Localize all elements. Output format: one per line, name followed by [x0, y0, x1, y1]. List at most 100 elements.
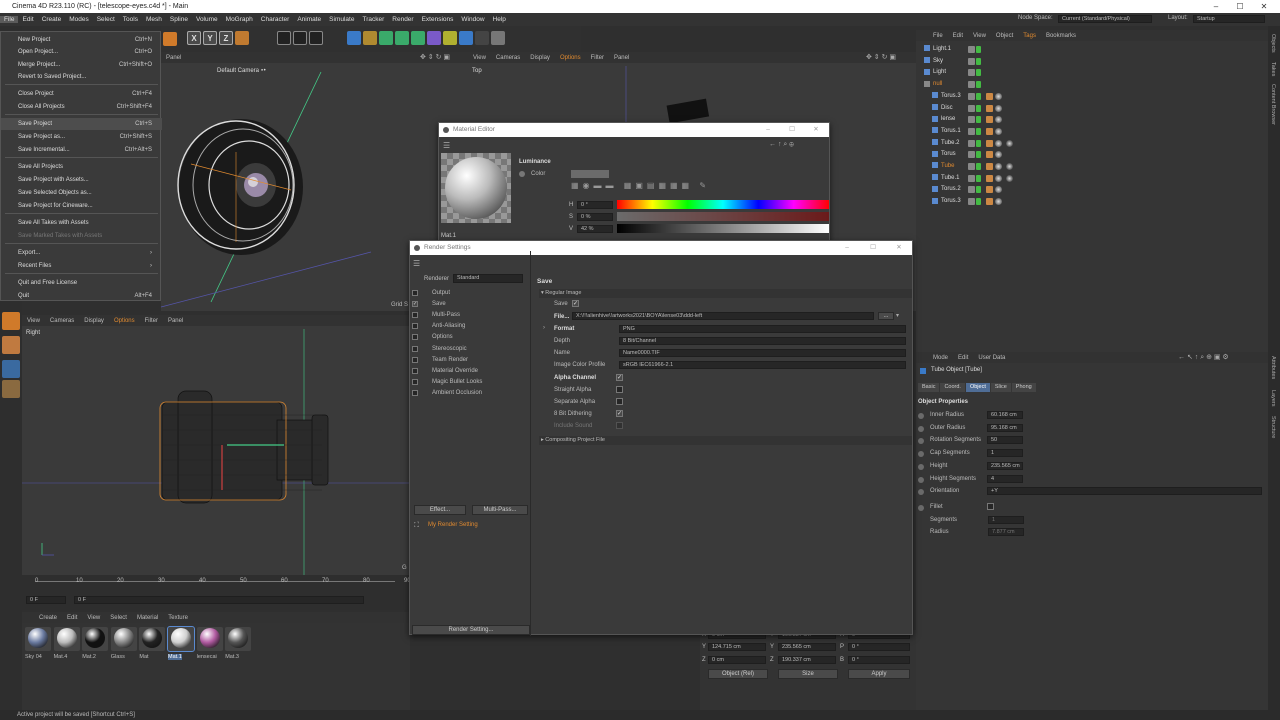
- menu-tools[interactable]: Tools: [119, 16, 142, 23]
- object-row[interactable]: null: [918, 79, 1048, 90]
- name-select[interactable]: Name0000.TIF: [619, 349, 906, 357]
- render-option-magic-bullet-looks[interactable]: Magic Bullet Looks: [432, 379, 482, 385]
- renderer-select[interactable]: Standard: [453, 274, 523, 283]
- mograph-icon[interactable]: [411, 31, 425, 45]
- coordinate-system-icon[interactable]: [235, 31, 249, 45]
- material-tag-icon[interactable]: [1006, 139, 1013, 147]
- file-menu-save-all-projects[interactable]: Save All Projects: [1, 161, 162, 173]
- render-setting-name[interactable]: My Render Setting: [428, 522, 478, 528]
- separate-alpha-checkbox[interactable]: [616, 398, 623, 405]
- edges-mode-icon[interactable]: [2, 360, 20, 378]
- color-picker-mode-icons[interactable]: ▦◉▬▬ ▦▣▤▦▦▦ ✎: [571, 181, 710, 190]
- viewport-top-nav-icons[interactable]: ✥ ⇕ ↻ ▣: [866, 53, 896, 61]
- material-thumbnail[interactable]: Sky 04: [25, 627, 51, 660]
- object-row[interactable]: Torus: [918, 149, 1048, 160]
- property-value-field[interactable]: +Y: [987, 487, 1262, 496]
- y-axis-lock-icon[interactable]: Y: [203, 31, 217, 45]
- render-option-save[interactable]: Save: [432, 301, 446, 307]
- render-option-anti-aliasing[interactable]: Anti-Aliasing: [432, 323, 465, 329]
- attributes-menu-edit[interactable]: Edit: [953, 355, 973, 361]
- deformer-icon[interactable]: [427, 31, 441, 45]
- material-tag-icon[interactable]: [995, 174, 1002, 182]
- menu-render[interactable]: Render: [388, 16, 417, 23]
- material-editor-nav-icons[interactable]: ← ↑ ⌕ ⊕: [769, 141, 794, 149]
- object-row[interactable]: Tube.2: [918, 138, 1048, 149]
- z-axis-lock-icon[interactable]: Z: [219, 31, 233, 45]
- material-editor-close[interactable]: ✕: [805, 123, 827, 137]
- property-bullet[interactable]: [918, 425, 924, 432]
- h-field[interactable]: 0 °: [577, 201, 613, 209]
- points-mode-icon[interactable]: [2, 336, 20, 354]
- phong-tag-icon[interactable]: [986, 163, 993, 170]
- format-expand-icon[interactable]: ›: [543, 325, 545, 331]
- phong-tag-icon[interactable]: [986, 116, 993, 124]
- camera-icon[interactable]: [475, 31, 489, 45]
- material-thumbnail[interactable]: Glass: [110, 627, 137, 660]
- visibility-icon[interactable]: [968, 151, 975, 159]
- coord-p[interactable]: 0 °: [848, 643, 910, 651]
- viewport-right[interactable]: View Cameras Display Options Filter Panel Rig…: [22, 315, 410, 575]
- phong-tag-icon[interactable]: [986, 174, 993, 182]
- alpha-channel-checkbox[interactable]: ✓: [616, 374, 623, 381]
- file-menu-save-project-with-assets[interactable]: Save Project with Assets...: [1, 174, 162, 186]
- visibility-icon[interactable]: [968, 198, 975, 206]
- file-menu-save-selected-objects-as[interactable]: Save Selected Objects as...: [1, 187, 162, 199]
- material-editor-menu-icon[interactable]: ☰: [443, 141, 450, 150]
- file-browse-button[interactable]: ...: [878, 312, 894, 320]
- timeline-current-frame[interactable]: 0 F: [74, 596, 364, 604]
- coord-y-size[interactable]: 235.565 cm: [778, 643, 836, 651]
- material-tag-icon[interactable]: [1006, 163, 1013, 170]
- file-menu-save-incremental[interactable]: Save Incremental... Ctrl+Alt+S: [1, 144, 162, 156]
- enable-check-icon[interactable]: [976, 92, 981, 100]
- file-dropdown-icon[interactable]: ▾: [896, 312, 899, 319]
- object-menu-edit[interactable]: Edit: [948, 33, 968, 39]
- enable-check-icon[interactable]: [976, 104, 981, 112]
- material-tag-icon[interactable]: [995, 116, 1002, 124]
- coord-apply-button[interactable]: Apply: [848, 669, 910, 679]
- render-option-stereoscopic[interactable]: Stereoscopic: [432, 346, 467, 352]
- render-option-material-override[interactable]: Material Override: [432, 368, 478, 374]
- enable-check-icon[interactable]: [976, 69, 981, 77]
- menu-animate[interactable]: Animate: [293, 16, 325, 23]
- color-swatch[interactable]: [571, 170, 609, 178]
- material-thumbnail[interactable]: Mat.2: [82, 627, 109, 660]
- generator-icon[interactable]: [395, 31, 409, 45]
- object-menu-file[interactable]: File: [928, 33, 948, 39]
- attributes-tab-phong[interactable]: Phong: [1011, 383, 1036, 392]
- material-menu-create[interactable]: Create: [34, 615, 62, 621]
- enable-check-icon[interactable]: [976, 81, 981, 89]
- menu-volume[interactable]: Volume: [192, 16, 222, 23]
- include-sound-checkbox[interactable]: [616, 422, 623, 429]
- file-menu-save-project-for-cineware[interactable]: Save Project for Cineware...: [1, 200, 162, 212]
- visibility-icon[interactable]: [968, 46, 975, 53]
- material-menu-texture[interactable]: Texture: [163, 615, 193, 621]
- file-menu-merge-project[interactable]: Merge Project... Ctrl+Shift+O: [1, 59, 162, 71]
- dithering-checkbox[interactable]: ✓: [616, 410, 623, 417]
- menu-extensions[interactable]: Extensions: [418, 16, 458, 23]
- side-tab-objects[interactable]: Objects: [1270, 34, 1276, 53]
- hue-slider[interactable]: [617, 200, 829, 209]
- render-settings-menu-icon[interactable]: ☰: [413, 259, 420, 268]
- visibility-icon[interactable]: [968, 81, 975, 89]
- file-menu-export[interactable]: Export... ›: [1, 247, 162, 259]
- cube-icon[interactable]: [347, 31, 361, 45]
- coord-x-position[interactable]: 124.715 cm: [708, 643, 766, 651]
- menu-select[interactable]: Select: [93, 16, 119, 23]
- visibility-icon[interactable]: [968, 57, 975, 65]
- image-color-profile-select[interactable]: sRGB IEC61966-2.1: [619, 361, 906, 369]
- enable-check-icon[interactable]: [976, 57, 981, 65]
- material-preview[interactable]: [441, 153, 511, 223]
- property-value-field[interactable]: 1: [987, 449, 1023, 458]
- material-tag-icon[interactable]: [995, 186, 1002, 194]
- phong-tag-icon[interactable]: [986, 139, 993, 147]
- menu-mesh[interactable]: Mesh: [142, 16, 166, 23]
- material-thumbnail[interactable]: Mat.4: [53, 627, 80, 660]
- file-menu-close-project[interactable]: Close Project Ctrl+F4: [1, 88, 162, 100]
- render-option-checkbox[interactable]: [412, 334, 418, 341]
- object-row[interactable]: Light.1: [918, 44, 1048, 55]
- visibility-icon[interactable]: [968, 139, 975, 147]
- multipass-button[interactable]: Multi-Pass...: [472, 505, 528, 515]
- visibility-icon[interactable]: [968, 69, 975, 77]
- render-view-icon[interactable]: [293, 31, 307, 45]
- timeline[interactable]: 0 F 0 F 0 10 20 30 40 50 60 70 80 90: [22, 575, 411, 610]
